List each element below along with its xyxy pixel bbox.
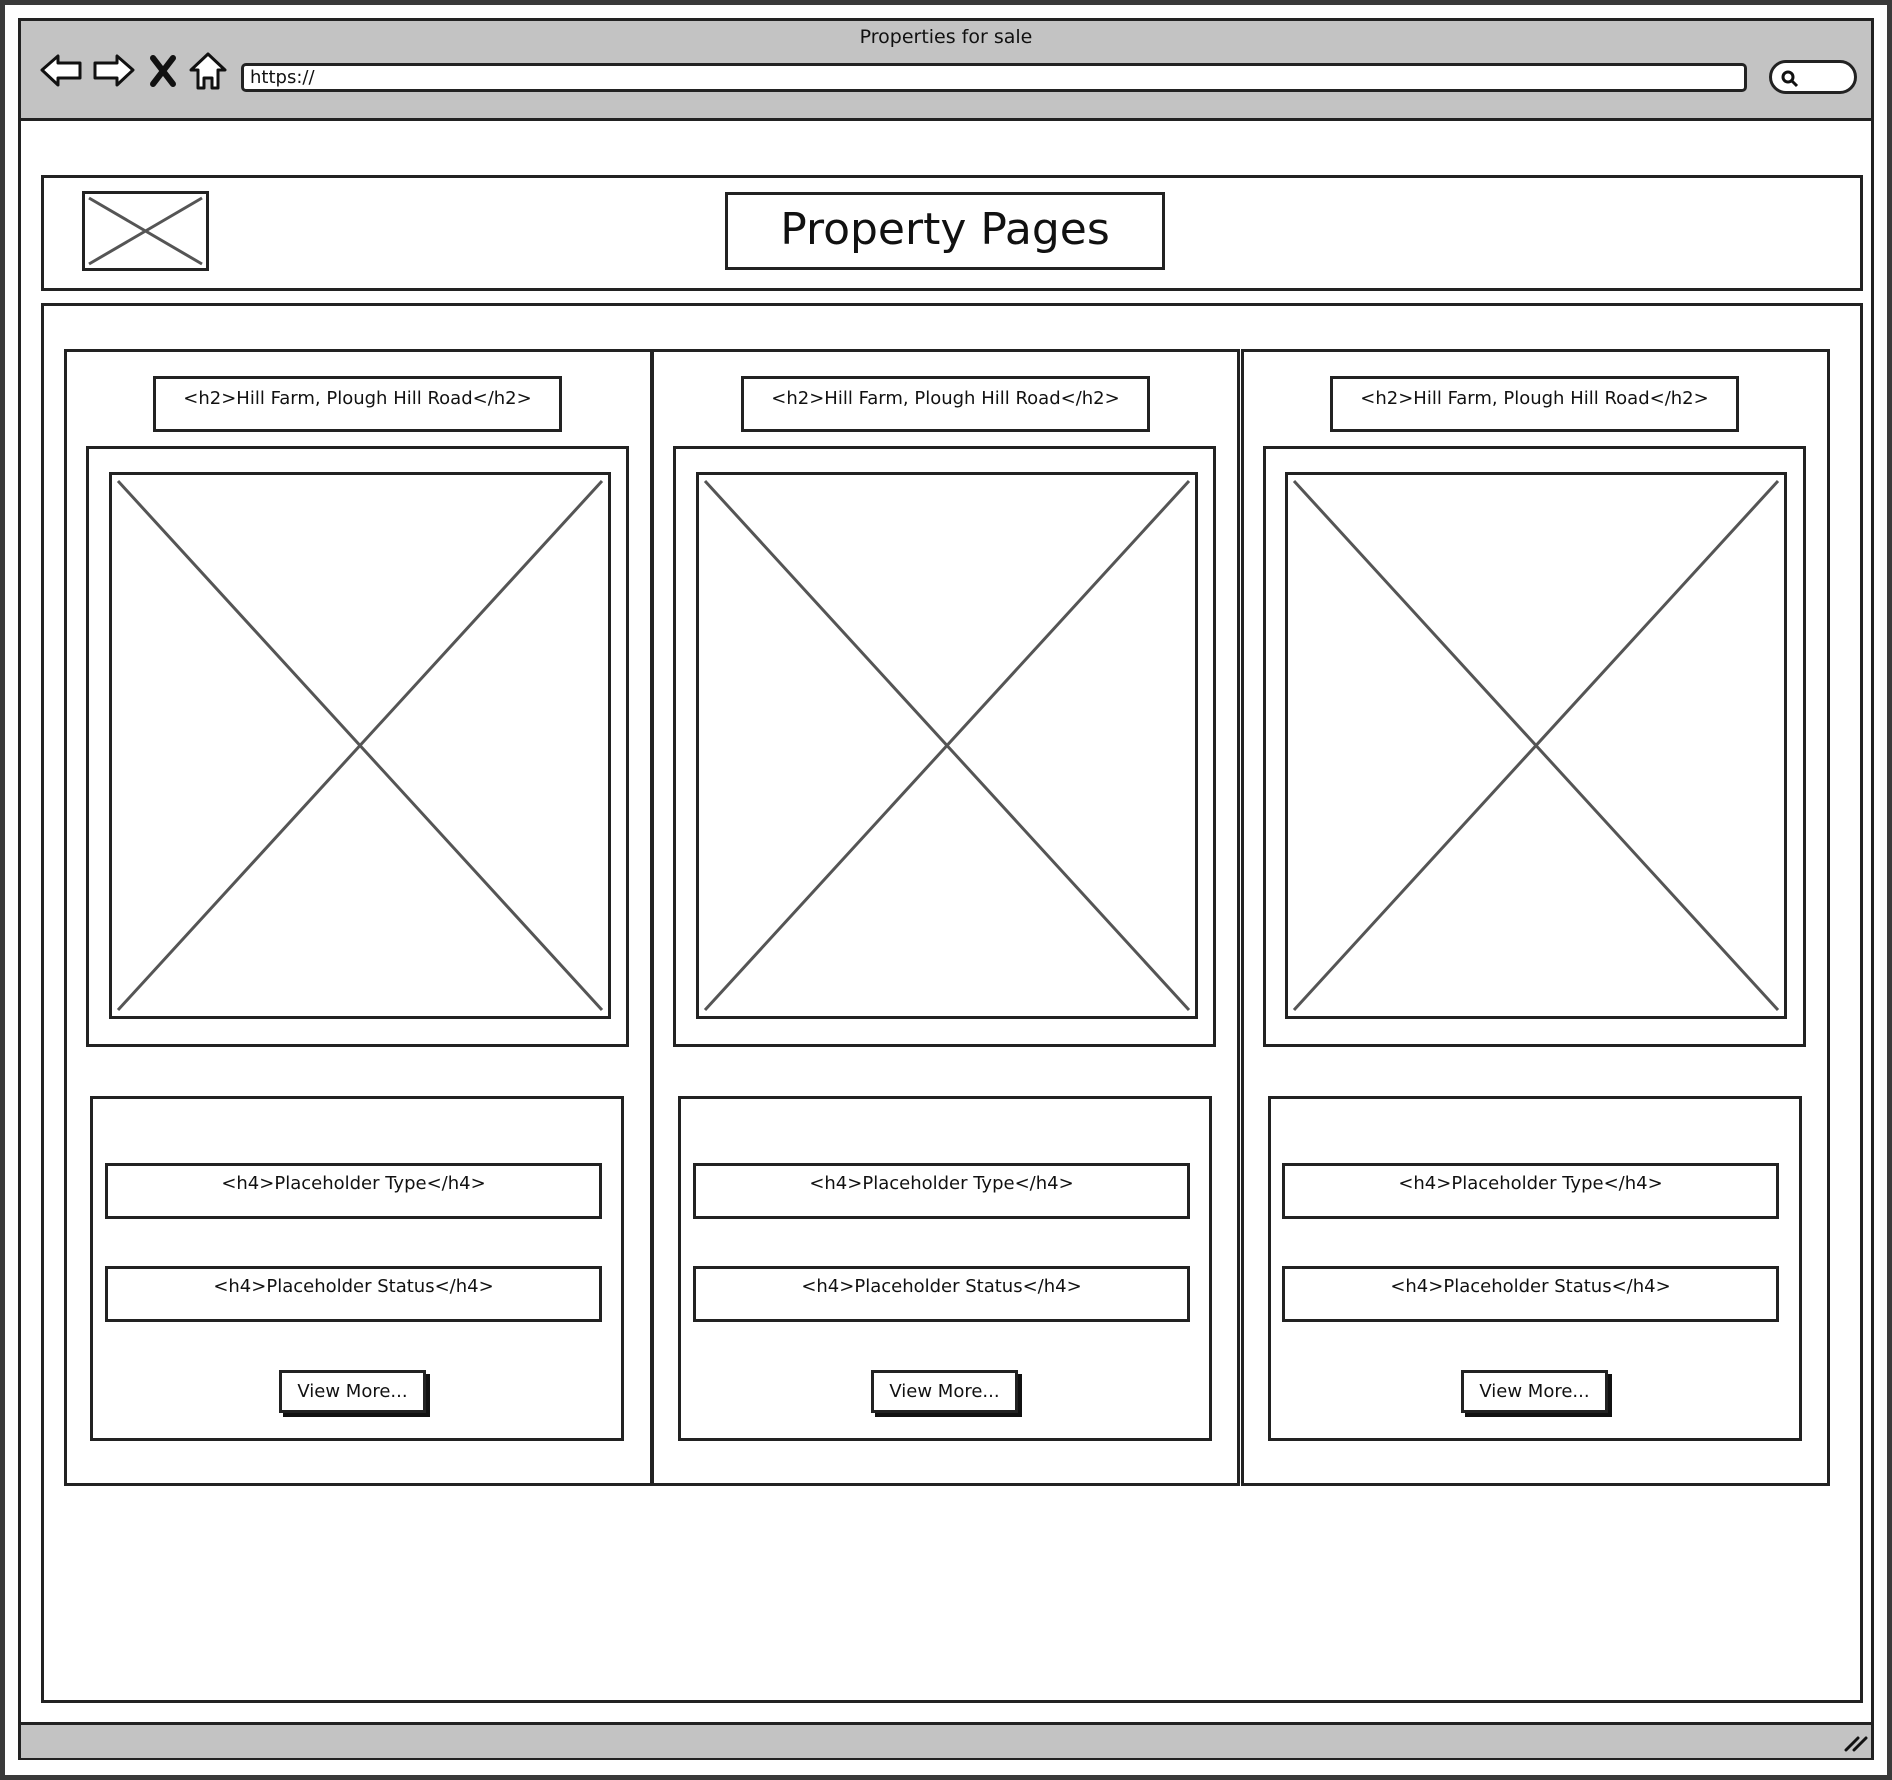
view-more-button[interactable]: View More... xyxy=(1461,1370,1608,1413)
property-type: <h4>Placeholder Type</h4> xyxy=(105,1163,602,1219)
resize-grip-icon[interactable] xyxy=(1840,1730,1868,1754)
property-type: <h4>Placeholder Type</h4> xyxy=(693,1163,1190,1219)
view-more-button[interactable]: View More... xyxy=(279,1370,426,1413)
view-more-button[interactable]: View More... xyxy=(871,1370,1018,1413)
property-status: <h4>Placeholder Status</h4> xyxy=(1282,1266,1779,1322)
home-icon[interactable] xyxy=(185,48,231,94)
property-heading: <h2>Hill Farm, Plough Hill Road</h2> xyxy=(741,376,1150,432)
address-bar[interactable]: https:// xyxy=(241,63,1747,92)
close-icon[interactable] xyxy=(143,48,183,94)
property-status: <h4>Placeholder Status</h4> xyxy=(693,1266,1190,1322)
property-type: <h4>Placeholder Type</h4> xyxy=(1282,1163,1779,1219)
property-heading: <h2>Hill Farm, Plough Hill Road</h2> xyxy=(153,376,562,432)
status-bar xyxy=(21,1722,1871,1758)
page-title: Property Pages xyxy=(725,192,1165,270)
property-status: <h4>Placeholder Status</h4> xyxy=(105,1266,602,1322)
search-box[interactable] xyxy=(1769,60,1857,94)
property-image-placeholder xyxy=(696,472,1198,1019)
search-icon xyxy=(1781,70,1799,88)
property-image-placeholder xyxy=(109,472,611,1019)
forward-arrow-icon[interactable] xyxy=(91,48,137,94)
window-title: Properties for sale xyxy=(859,26,1033,48)
back-arrow-icon[interactable] xyxy=(38,48,84,94)
property-image-placeholder xyxy=(1285,472,1787,1019)
property-heading: <h2>Hill Farm, Plough Hill Road</h2> xyxy=(1330,376,1739,432)
logo-image-placeholder xyxy=(82,191,209,271)
